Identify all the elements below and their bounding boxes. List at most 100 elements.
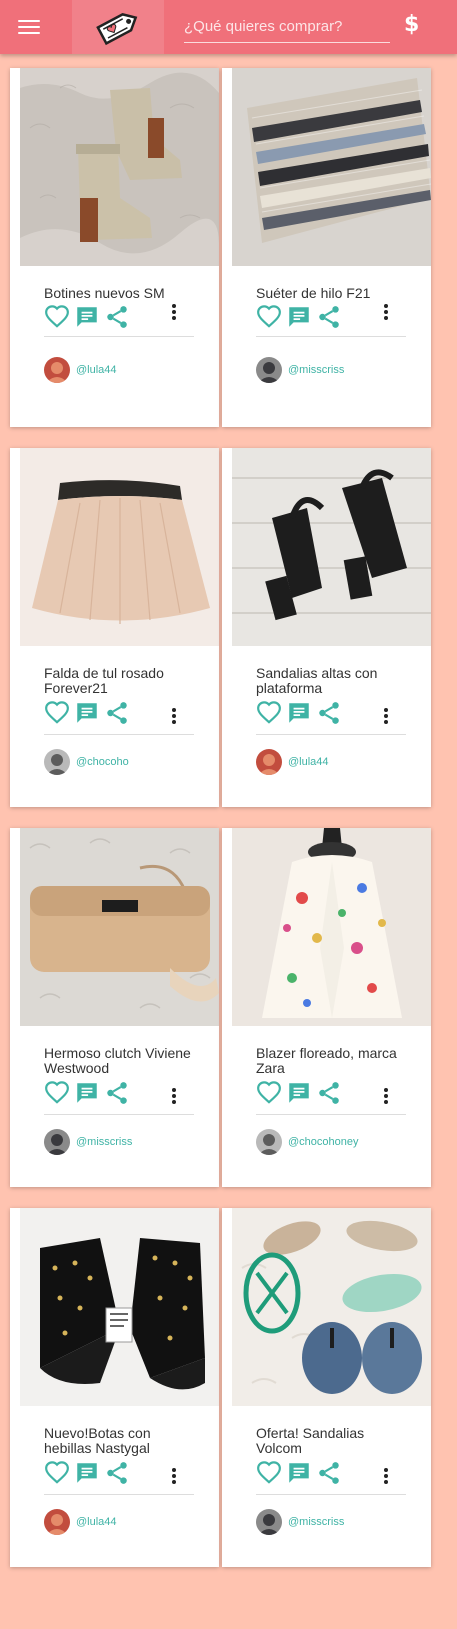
username-link[interactable]: @lula44 xyxy=(76,1516,117,1528)
product-card[interactable]: Hermoso clutch Viviene Westwood @misscri… xyxy=(10,828,219,1187)
username-link[interactable]: @chocohoney xyxy=(288,1136,359,1148)
product-actions xyxy=(256,700,366,728)
avatar[interactable] xyxy=(44,1129,70,1155)
product-actions xyxy=(44,304,154,332)
more-vert-icon[interactable] xyxy=(382,1086,390,1106)
share-icon[interactable] xyxy=(104,1080,130,1106)
avatar[interactable] xyxy=(256,357,282,383)
username-link[interactable]: @misscriss xyxy=(288,364,344,376)
product-actions xyxy=(256,1080,366,1108)
heart-icon[interactable] xyxy=(44,304,70,330)
divider xyxy=(256,336,406,337)
share-icon[interactable] xyxy=(104,1460,130,1486)
product-title[interactable]: Suéter de hilo F21 xyxy=(256,286,406,301)
product-photo[interactable] xyxy=(20,68,219,266)
username-link[interactable]: @chocoho xyxy=(76,756,129,768)
product-card[interactable]: Suéter de hilo F21 @misscriss xyxy=(222,68,431,427)
share-icon[interactable] xyxy=(104,700,130,726)
product-photo[interactable] xyxy=(232,448,431,646)
author: @misscriss xyxy=(44,1128,132,1156)
share-icon[interactable] xyxy=(316,1460,342,1486)
product-actions xyxy=(256,1460,366,1488)
comment-icon[interactable] xyxy=(286,1460,312,1486)
share-icon[interactable] xyxy=(316,304,342,330)
heart-icon[interactable] xyxy=(256,1080,282,1106)
menu-icon[interactable] xyxy=(18,16,40,36)
more-vert-icon[interactable] xyxy=(170,706,178,726)
divider xyxy=(44,1494,194,1495)
author: @misscriss xyxy=(256,1508,344,1536)
product-title[interactable]: Nuevo!Botas con hebillas Nastygal xyxy=(44,1426,194,1456)
author: @chocohoney xyxy=(256,1128,359,1156)
divider xyxy=(44,734,194,735)
product-grid: Botines nuevos SM @lula44 Suéter de hilo… xyxy=(10,68,454,1567)
product-title[interactable]: Hermoso clutch Viviene Westwood xyxy=(44,1046,194,1076)
author: @lula44 xyxy=(44,1508,117,1536)
share-icon[interactable] xyxy=(316,1080,342,1106)
product-title[interactable]: Botines nuevos SM xyxy=(44,286,194,301)
author: @chocoho xyxy=(44,748,129,776)
product-photo[interactable] xyxy=(20,1208,219,1406)
search-input[interactable] xyxy=(184,10,390,43)
product-photo[interactable] xyxy=(232,1208,431,1406)
product-title[interactable]: Oferta! Sandalias Volcom xyxy=(256,1426,406,1456)
product-photo[interactable] xyxy=(20,828,219,1026)
heart-icon[interactable] xyxy=(256,700,282,726)
author: @lula44 xyxy=(256,748,329,776)
share-icon[interactable] xyxy=(104,304,130,330)
avatar[interactable] xyxy=(44,1509,70,1535)
comment-icon[interactable] xyxy=(286,304,312,330)
share-icon[interactable] xyxy=(316,700,342,726)
divider xyxy=(44,1114,194,1115)
comment-icon[interactable] xyxy=(74,1080,100,1106)
username-link[interactable]: @lula44 xyxy=(288,756,329,768)
avatar[interactable] xyxy=(256,749,282,775)
username-link[interactable]: @misscriss xyxy=(288,1516,344,1528)
more-vert-icon[interactable] xyxy=(170,302,178,322)
product-card[interactable]: Botines nuevos SM @lula44 xyxy=(10,68,219,427)
product-photo[interactable] xyxy=(232,68,431,266)
product-title[interactable]: Falda de tul rosado Forever21 xyxy=(44,666,194,696)
logo[interactable] xyxy=(72,0,164,54)
product-card[interactable]: Blazer floreado, marca Zara @chocohoney xyxy=(222,828,431,1187)
product-title[interactable]: Sandalias altas con plataforma xyxy=(256,666,406,696)
product-photo[interactable] xyxy=(20,448,219,646)
heart-icon[interactable] xyxy=(44,1460,70,1486)
comment-icon[interactable] xyxy=(74,1460,100,1486)
divider xyxy=(256,1114,406,1115)
divider xyxy=(256,734,406,735)
username-link[interactable]: @lula44 xyxy=(76,364,117,376)
product-card[interactable]: Oferta! Sandalias Volcom @misscriss xyxy=(222,1208,431,1567)
heart-icon[interactable] xyxy=(44,700,70,726)
divider xyxy=(256,1494,406,1495)
product-card[interactable]: Falda de tul rosado Forever21 @chocoho xyxy=(10,448,219,807)
more-vert-icon[interactable] xyxy=(382,302,390,322)
product-actions xyxy=(256,304,366,332)
heart-icon[interactable] xyxy=(256,304,282,330)
more-vert-icon[interactable] xyxy=(170,1466,178,1486)
product-actions xyxy=(44,1080,154,1108)
comment-icon[interactable] xyxy=(286,1080,312,1106)
comment-icon[interactable] xyxy=(74,304,100,330)
avatar[interactable] xyxy=(44,749,70,775)
product-actions xyxy=(44,1460,154,1488)
author: @lula44 xyxy=(44,356,117,384)
heart-icon[interactable] xyxy=(44,1080,70,1106)
avatar[interactable] xyxy=(44,357,70,383)
product-card[interactable]: Nuevo!Botas con hebillas Nastygal @lula4… xyxy=(10,1208,219,1567)
product-card[interactable]: Sandalias altas con plataforma @lula44 xyxy=(222,448,431,807)
comment-icon[interactable] xyxy=(286,700,312,726)
heart-icon[interactable] xyxy=(256,1460,282,1486)
more-vert-icon[interactable] xyxy=(382,1466,390,1486)
product-photo[interactable] xyxy=(232,828,431,1026)
product-title[interactable]: Blazer floreado, marca Zara xyxy=(256,1046,406,1076)
top-bar: $ xyxy=(0,0,457,54)
more-vert-icon[interactable] xyxy=(170,1086,178,1106)
dollar-icon[interactable]: $ xyxy=(404,12,419,37)
username-link[interactable]: @misscriss xyxy=(76,1136,132,1148)
more-vert-icon[interactable] xyxy=(382,706,390,726)
divider xyxy=(44,336,194,337)
comment-icon[interactable] xyxy=(74,700,100,726)
avatar[interactable] xyxy=(256,1509,282,1535)
avatar[interactable] xyxy=(256,1129,282,1155)
